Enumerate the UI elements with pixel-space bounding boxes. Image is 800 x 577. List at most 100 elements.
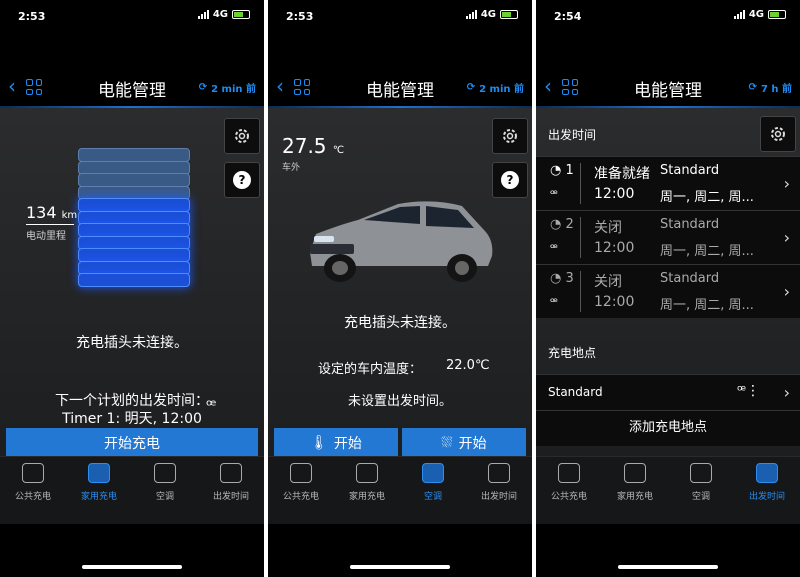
range-label: 电动里程 [26,224,74,242]
tab-departure[interactable]: 出发时间 [198,457,264,524]
tab-departure[interactable]: 出发时间 [466,457,532,524]
tab-public-charging[interactable]: 公共充电 [0,457,66,524]
add-location-button[interactable]: 添加充电地点 [536,410,800,446]
range-value: 134 km [26,203,78,222]
tab-bar: 公共充电 家用充电 空调 出发时间 [536,456,800,524]
tab-home-charging[interactable]: 家用充电 [334,457,400,524]
cabin-temp-value: 22.0℃ [446,358,490,373]
battery-slab [78,223,190,237]
tab-public-charging[interactable]: 公共充电 [268,457,334,524]
location-row[interactable]: Standard ꟹ⋮ › [536,374,800,410]
timer-days: 周一, 周二, 周... [660,298,754,313]
help-button[interactable]: ? [224,162,260,198]
refresh-icon: ⟳ [466,82,476,93]
signal-icon [465,10,477,19]
charger-icon [22,463,44,483]
next-departure-label: 下一个计划的出发时间： [55,393,209,409]
battery-slab [78,248,190,262]
plug-icon: ꟹ [550,241,558,255]
nav-bar: ‹ 电能管理 ⟳ 7 h 前 [536,66,800,106]
timer-row-1[interactable]: ◔ 1 ꟹ 准备就绪 12:00 Standard 周一, 周二, 周... › [536,156,800,210]
start-climate-button[interactable]: 🌡︎ 开始 [274,428,398,456]
tab-bar: 公共充电 家用充电 空调 出发时间 [268,456,532,524]
timer-profile: Standard [660,217,720,232]
status-time: 2:53 [18,10,46,23]
settings-button[interactable] [760,116,796,152]
refresh-button[interactable]: ⟳ 2 min 前 [199,80,256,95]
timer-row-2[interactable]: ◔ 2 ꟹ 关闭 12:00 Standard 周一, 周二, 周... › [536,210,800,264]
network-label: 4G [212,9,228,20]
charger-icon [558,463,580,483]
screen-departure: 2:54 4G ‹ 电能管理 ⟳ 7 h 前 出发时间 ◔ 1 ꟹ 准备就绪 12… [536,0,800,577]
seat-icon [690,463,712,483]
location-section-title: 充电地点 [548,346,597,360]
seat-icon [154,463,176,483]
tab-bar: 公共充电 家用充电 空调 出发时间 [0,456,264,524]
battery-icon [768,10,786,19]
gear-icon [771,127,785,141]
network-label: 4G [480,9,496,20]
question-icon: ? [233,171,251,189]
timer-time: 12:00 [594,186,635,202]
refresh-button[interactable]: ⟳ 7 h 前 [749,80,792,95]
refresh-time: 2 min 前 [479,84,524,95]
start-defrost-button[interactable]: ⛆ 开始 [402,428,526,456]
timer-profile: Standard [660,271,720,286]
status-bar: 2:53 4G [0,0,264,30]
battery-slab [78,148,190,162]
car-image [310,201,493,282]
battery-icon [232,10,250,19]
tab-climate[interactable]: 空调 [132,457,198,524]
chevron-right-icon: › [783,282,790,301]
timer-days: 周一, 周二, 周... [660,244,754,259]
settings-button[interactable] [224,118,260,154]
status-bar: 2:54 4G [536,0,800,30]
nav-bar: ‹ 电能管理 ⟳ 2 min 前 [0,66,264,106]
plug-status: 充电插头未连接。 [344,315,456,331]
clock-icon [756,463,778,483]
status-bar: 2:53 4G [268,0,532,30]
status-time: 2:53 [286,10,314,23]
timer-number: ◔ 1 [550,163,574,178]
thermometer-icon: 🌡︎ [310,435,328,451]
tab-home-charging[interactable]: 家用充电 [602,457,668,524]
network-label: 4G [748,9,764,20]
tab-public-charging[interactable]: 公共充电 [536,457,602,524]
chevron-right-icon: › [783,174,790,193]
refresh-button[interactable]: ⟳ 2 min 前 [467,80,524,95]
no-departure-text: 未设置出发时间。 [347,394,452,409]
chevron-right-icon: › [783,228,790,247]
departure-panel: 出发时间 ◔ 1 ꟹ 准备就绪 12:00 Standard 周一, 周二, 周… [536,108,800,456]
plug-icon: ꟹ [550,187,558,201]
gear-icon [503,129,517,143]
refresh-time: 7 h 前 [760,84,792,95]
plug-icon: ꟹ [550,295,558,309]
battery-slab [78,198,190,212]
home-indicator [82,565,182,569]
home-indicator [350,565,450,569]
tab-departure[interactable]: 出发时间 [734,457,800,524]
settings-button[interactable] [492,118,528,154]
nav-bar: ‹ 电能管理 ⟳ 2 min 前 [268,66,532,106]
refresh-icon: ⟳ [748,82,757,93]
windshield-defrost-icon: ⛆ [441,435,453,451]
timer-state: 关闭 [594,274,622,290]
plug-icon [624,463,646,483]
location-name: Standard [548,385,603,399]
tab-climate[interactable]: 空调 [668,457,734,524]
signal-icon [733,10,745,19]
timer-state: 关闭 [594,220,622,236]
chevron-right-icon: › [783,383,790,402]
timer-row-3[interactable]: ◔ 3 ꟹ 关闭 12:00 Standard 周一, 周二, 周... › [536,264,800,318]
start-charging-button[interactable]: 开始充电 [6,428,258,456]
cabin-temp-label: 设定的车内温度： [318,362,423,377]
screen-charging: 2:53 4G ‹ 电能管理 ⟳ 2 min 前 ? 134 km 电动里程 充电… [0,0,264,577]
timer-profile: Standard [660,163,720,178]
tab-climate[interactable]: 空调 [400,457,466,524]
signal-icon [197,10,209,19]
outside-temp-label: 车外 [282,163,301,173]
battery-icon [500,10,518,19]
tab-home-charging[interactable]: 家用充电 [66,457,132,524]
home-indicator [618,565,718,569]
timer-state: 准备就绪 [594,166,650,182]
